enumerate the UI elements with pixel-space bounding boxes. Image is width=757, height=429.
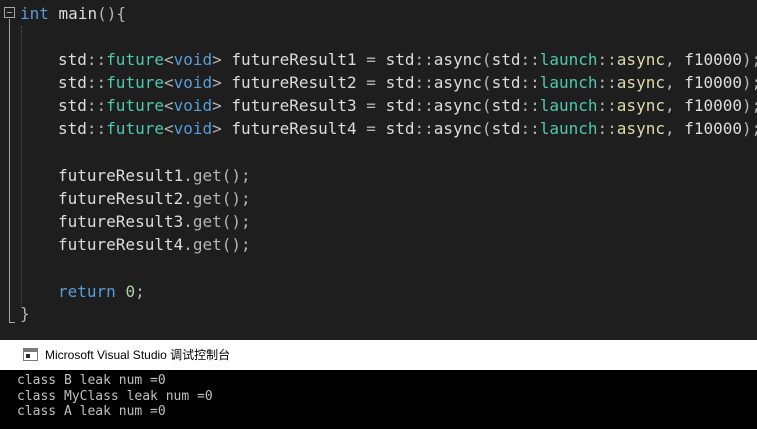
console-window-icon [23,348,38,361]
debug-console-window[interactable]: Microsoft Visual Studio 调试控制台 class B le… [0,340,757,429]
console-title: Microsoft Visual Studio 调试控制台 [45,348,231,362]
return-value: 0 [125,282,136,301]
fold-guide [9,19,10,323]
code-line-get-3[interactable]: futureResult3.get(); [58,210,251,233]
code-line-return[interactable]: return 0; [58,280,145,303]
code-line-get-2[interactable]: futureResult2.get(); [58,187,251,210]
console-title-bar[interactable]: Microsoft Visual Studio 调试控制台 [0,340,757,370]
code-editor[interactable]: int main(){ std::future<void> futureResu… [0,0,757,330]
console-output-line: class MyClass leak num =0 [17,389,213,404]
open-brace: { [116,4,126,23]
collapse-minus-icon[interactable] [4,7,15,18]
keyword-int: int [20,4,49,23]
code-line-get-1[interactable]: futureResult1.get(); [58,164,251,187]
indent-guide [21,26,22,306]
code-line-future-1[interactable]: std::future<void> futureResult1 = std::a… [58,48,757,71]
code-line-future-3[interactable]: std::future<void> futureResult3 = std::a… [58,94,757,117]
code-line-closing-brace[interactable]: } [20,302,30,325]
console-output-line: class B leak num =0 [17,373,166,388]
function-name: main [58,4,98,23]
parens: () [97,4,117,23]
code-line-get-4[interactable]: futureResult4.get(); [58,233,251,256]
code-line-signature[interactable]: int main(){ [20,2,126,25]
fold-guide-end [9,322,15,323]
keyword-return: return [58,282,116,301]
screen: int main(){ std::future<void> futureResu… [0,0,757,429]
code-line-future-2[interactable]: std::future<void> futureResult2 = std::a… [58,71,757,94]
console-output-line: class A leak num =0 [17,404,166,419]
code-line-future-4[interactable]: std::future<void> futureResult4 = std::a… [58,117,757,140]
